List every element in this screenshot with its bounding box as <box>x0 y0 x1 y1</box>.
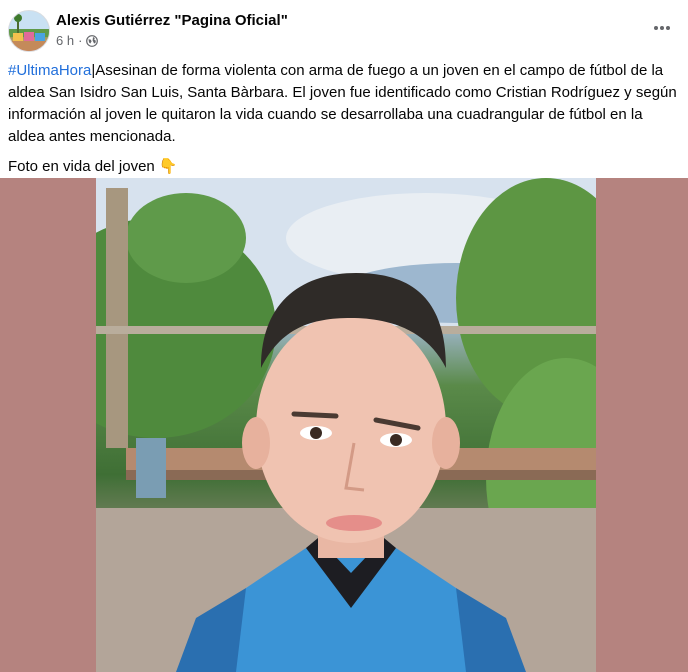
photo-illustration <box>96 178 596 672</box>
post-caption: Foto en vida del joven 👇 <box>8 158 178 175</box>
post-time[interactable]: 6 h <box>56 33 74 48</box>
post-body: |Asesinan de forma violenta con arma de … <box>8 62 677 145</box>
globe-icon <box>86 34 99 47</box>
author-name[interactable]: Alexis Gutiérrez "Pagina Oficial" <box>56 12 288 29</box>
post-photo-container[interactable] <box>0 178 688 672</box>
post-header: Alexis Gutiérrez "Pagina Oficial" 6 h · <box>0 0 688 58</box>
post-photo[interactable] <box>96 178 596 672</box>
more-options-icon[interactable] <box>648 14 676 42</box>
profile-avatar[interactable] <box>8 10 50 52</box>
meta-separator: · <box>78 33 83 48</box>
post-meta: 6 h · <box>56 33 99 48</box>
hashtag-link[interactable]: #UltimaHora <box>8 62 91 79</box>
post-body-paragraph: #UltimaHora|Asesinan de forma violenta c… <box>8 60 680 148</box>
post-text: #UltimaHora|Asesinan de forma violenta c… <box>8 60 680 178</box>
